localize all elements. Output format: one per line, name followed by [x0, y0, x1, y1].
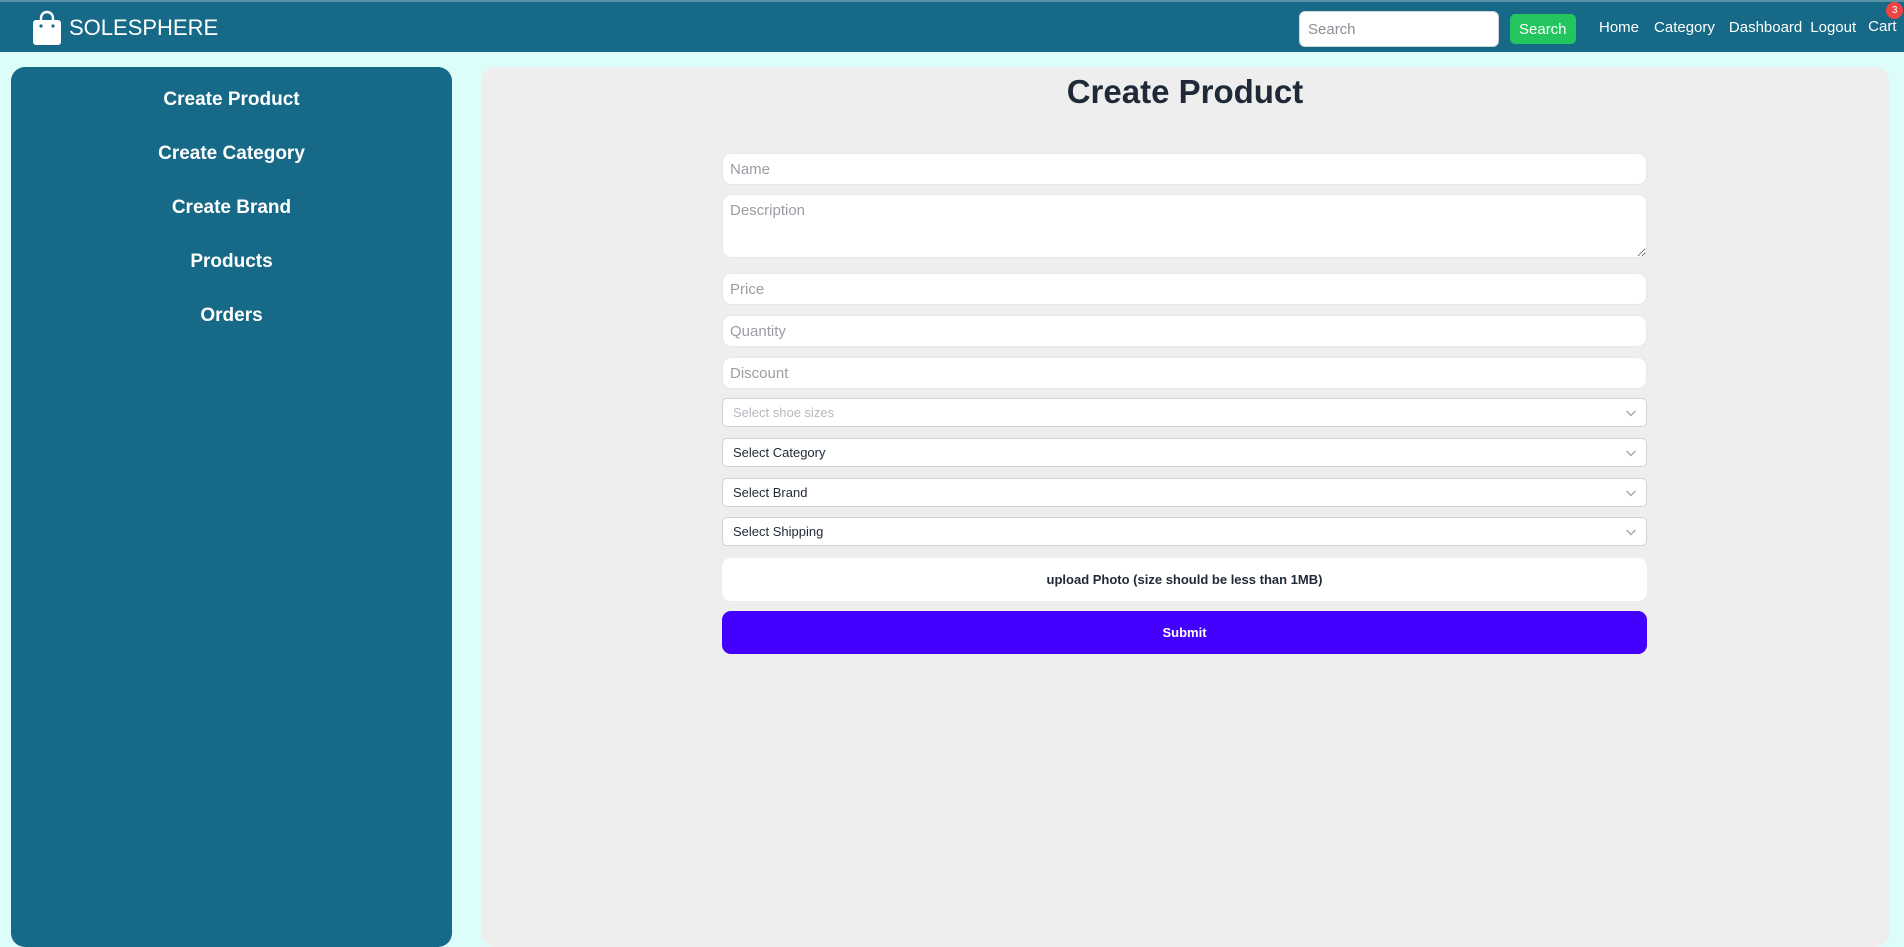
upload-photo-button[interactable]: upload Photo (size should be less than 1… — [722, 558, 1647, 601]
shipping-select-label: Select Shipping — [733, 524, 824, 539]
price-input[interactable] — [722, 273, 1647, 305]
sidebar-item-create-category[interactable]: Create Category — [11, 143, 452, 165]
discount-input[interactable] — [722, 357, 1647, 389]
nav-home-link[interactable]: Home — [1599, 19, 1639, 36]
brand-logo[interactable]: SOLESPHERE — [32, 10, 218, 46]
sidebar-item-orders[interactable]: Orders — [11, 305, 452, 327]
nav-cart-link[interactable]: Cart — [1868, 18, 1896, 35]
search-input[interactable] — [1299, 11, 1499, 47]
cart[interactable]: Cart 3 — [1868, 2, 1904, 36]
top-navbar: SOLESPHERE Search Home Category Dashboar… — [0, 0, 1904, 52]
page-title: Create Product — [1066, 73, 1304, 110]
search-button[interactable]: Search — [1510, 14, 1576, 44]
shoe-sizes-select[interactable]: Select shoe sizes — [722, 398, 1647, 427]
create-product-panel: Create Product Select shoe sizes Select … — [481, 67, 1889, 947]
submit-button[interactable]: Submit — [722, 611, 1647, 654]
description-textarea[interactable] — [722, 194, 1647, 258]
shoe-sizes-select-label: Select shoe sizes — [733, 405, 835, 420]
nav-logout-link[interactable]: Logout — [1810, 19, 1856, 36]
nav-dashboard-link[interactable]: Dashboard — [1729, 19, 1802, 36]
chevron-down-icon — [1626, 410, 1636, 417]
quantity-input[interactable] — [722, 315, 1647, 347]
brand-select[interactable]: Select Brand — [722, 478, 1647, 507]
sidebar-item-create-product[interactable]: Create Product — [11, 89, 452, 111]
brand-select-label: Select Brand — [733, 485, 808, 500]
nav-links: Home Category Dashboard Logout Cart 3 — [1599, 2, 1904, 52]
nav-category-link[interactable]: Category — [1654, 19, 1715, 36]
search-form: Search — [1299, 11, 1576, 47]
shopping-bag-icon — [33, 10, 61, 45]
chevron-down-icon — [1626, 450, 1636, 457]
category-select-label: Select Category — [733, 445, 826, 460]
chevron-down-icon — [1626, 490, 1636, 497]
chevron-down-icon — [1626, 529, 1636, 536]
brand-name: SOLESPHERE — [69, 15, 219, 40]
cart-count-badge: 3 — [1886, 2, 1904, 19]
category-select[interactable]: Select Category — [722, 438, 1647, 467]
sidebar-item-products[interactable]: Products — [11, 251, 452, 273]
shipping-select[interactable]: Select Shipping — [722, 517, 1647, 546]
sidebar-item-create-brand[interactable]: Create Brand — [11, 197, 452, 219]
admin-sidebar: Create Product Create Category Create Br… — [11, 67, 452, 947]
name-input[interactable] — [722, 153, 1647, 185]
